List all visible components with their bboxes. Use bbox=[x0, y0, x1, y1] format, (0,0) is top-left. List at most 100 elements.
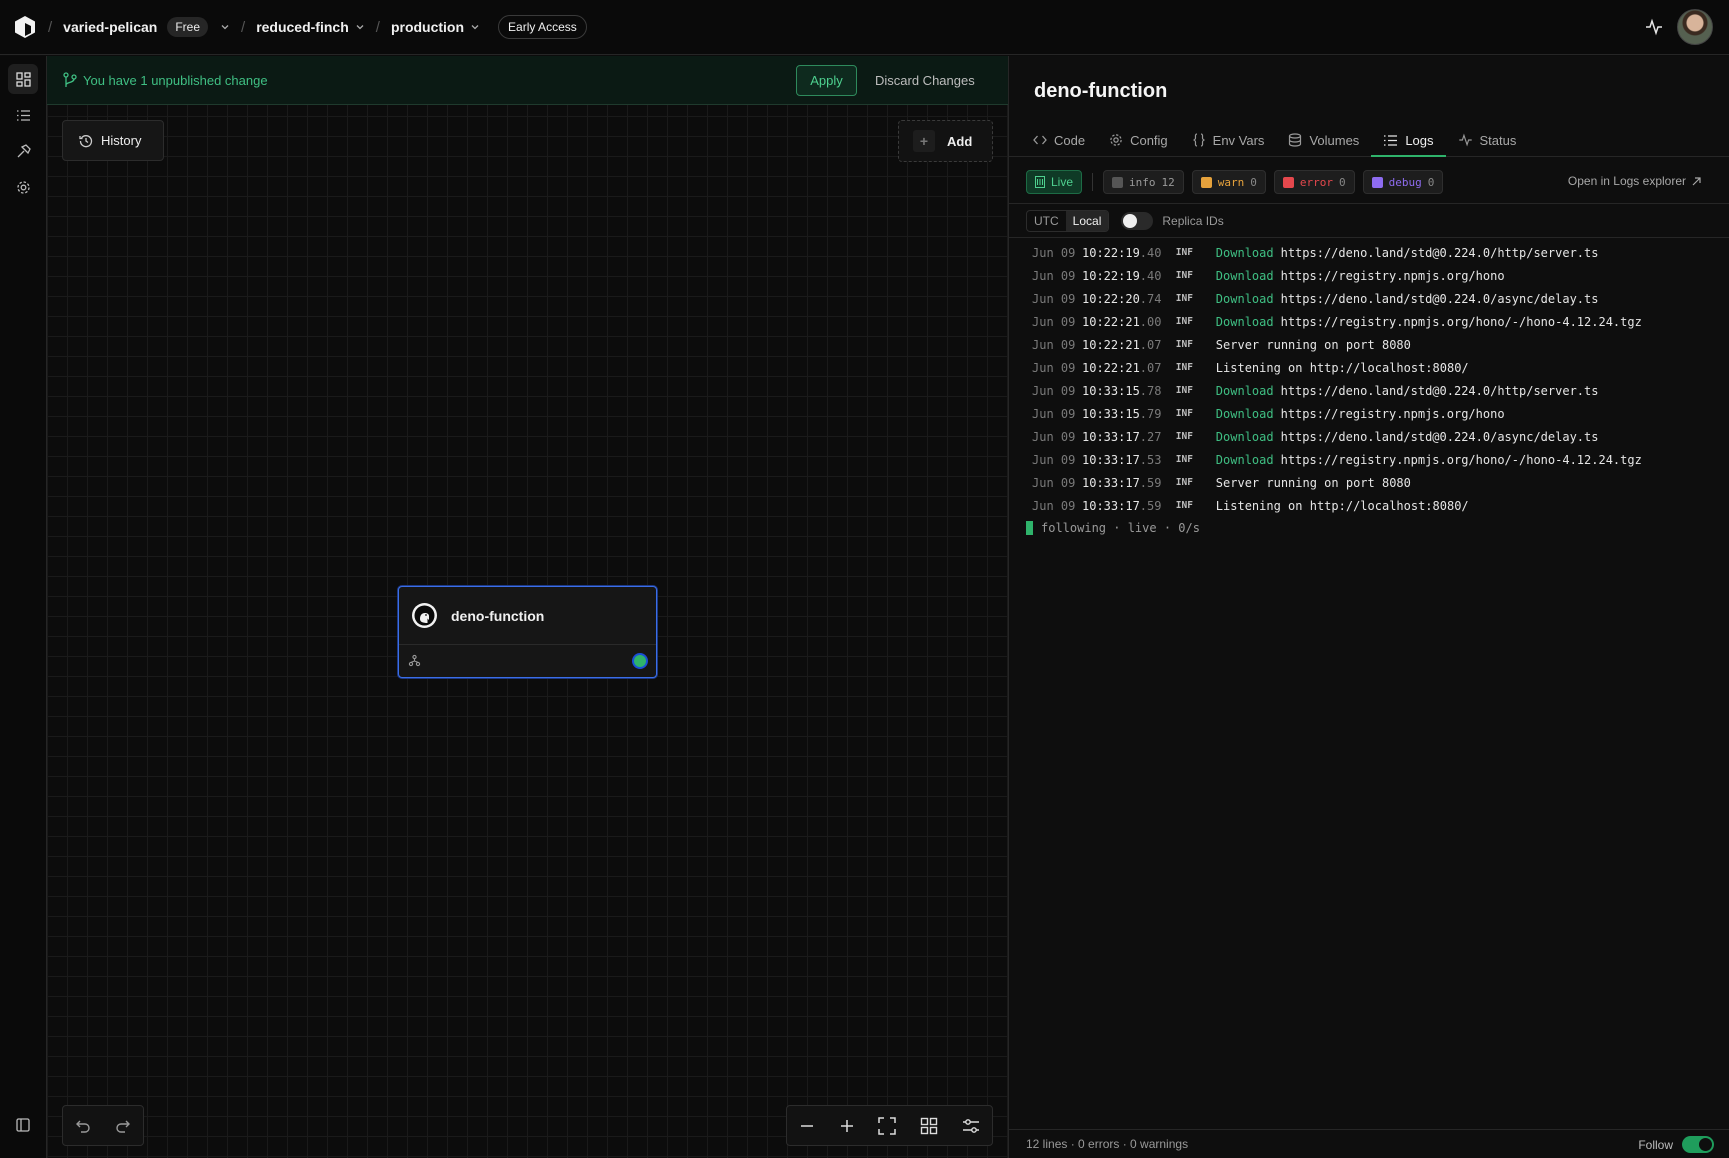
live-bars-icon bbox=[1035, 176, 1045, 188]
zoom-in-icon[interactable] bbox=[839, 1118, 855, 1134]
filter-error[interactable]: error 0 bbox=[1273, 170, 1355, 194]
live-toggle[interactable]: Live bbox=[1026, 170, 1083, 194]
log-row[interactable]: Jun 09 10:22:21.07 INF Listening on http://… bbox=[1032, 356, 1722, 379]
grid-icon bbox=[15, 71, 31, 87]
filter-debug[interactable]: debug 0 bbox=[1362, 170, 1444, 194]
tab-code[interactable]: Code bbox=[1021, 125, 1097, 157]
checkbox-icon bbox=[1282, 176, 1294, 188]
log-row[interactable]: Jun 09 10:22:19.40 INF Download https://regi… bbox=[1032, 264, 1722, 287]
avatar[interactable] bbox=[1677, 9, 1713, 45]
tab-status[interactable]: Status bbox=[1446, 125, 1529, 157]
apply-button[interactable]: Apply bbox=[796, 65, 857, 96]
log-level: INF bbox=[1175, 247, 1193, 258]
log-row[interactable]: Jun 09 10:22:21.07 INF Server running on po… bbox=[1032, 333, 1722, 356]
service-node[interactable]: deno-function bbox=[398, 586, 657, 678]
filter-label: info bbox=[1129, 175, 1156, 189]
log-level: INF bbox=[1175, 270, 1193, 281]
log-row[interactable]: Jun 09 10:33:17.59 INF Server running on po… bbox=[1032, 471, 1722, 494]
log-row[interactable]: Jun 09 10:33:17.53 INF Download https://regi… bbox=[1032, 448, 1722, 471]
zoom-controls bbox=[786, 1105, 993, 1146]
unpublished-change-bar: You have 1 unpublished change Apply Disc… bbox=[47, 56, 1008, 105]
discard-changes-button[interactable]: Discard Changes bbox=[875, 73, 975, 88]
add-label: Add bbox=[947, 133, 973, 149]
replica-ids-toggle[interactable] bbox=[1121, 212, 1154, 230]
log-time-fraction: .53 bbox=[1139, 452, 1162, 467]
log-keyword: Download bbox=[1215, 429, 1274, 444]
log-time: 10:22:21 bbox=[1082, 360, 1140, 375]
checkbox-icon bbox=[1200, 176, 1212, 188]
undo-icon[interactable] bbox=[75, 1118, 91, 1134]
filter-count: 12 bbox=[1161, 175, 1175, 189]
tab-config[interactable]: Config bbox=[1097, 125, 1180, 157]
log-time-fraction: .40 bbox=[1139, 268, 1162, 283]
redo-icon[interactable] bbox=[115, 1118, 131, 1134]
settings-nav-button[interactable] bbox=[8, 172, 38, 202]
open-logs-explorer-link[interactable]: Open in Logs explorer bbox=[1568, 174, 1701, 188]
log-keyword: Download bbox=[1215, 268, 1274, 283]
tools-nav-button[interactable] bbox=[8, 136, 38, 166]
logo-icon[interactable] bbox=[13, 15, 37, 39]
tz-utc-option[interactable]: UTC bbox=[1027, 211, 1066, 231]
filter-info[interactable]: info 12 bbox=[1103, 170, 1184, 194]
tab-label: Status bbox=[1479, 132, 1517, 148]
panel-tabs: Code Config Env Vars Volumes Logs Status bbox=[1009, 125, 1729, 157]
canvas-nav-button[interactable] bbox=[8, 64, 38, 94]
history-button[interactable]: History bbox=[62, 120, 164, 161]
chevron-down-icon[interactable] bbox=[208, 22, 230, 32]
log-level: INF bbox=[1175, 385, 1193, 396]
tab-logs[interactable]: Logs bbox=[1371, 125, 1446, 157]
log-keyword: Download bbox=[1215, 291, 1274, 306]
tab-label: Logs bbox=[1405, 132, 1434, 148]
early-access-badge[interactable]: Early Access bbox=[498, 15, 587, 39]
log-message: https://registry.npmjs.org/hono bbox=[1280, 268, 1505, 283]
log-message: Listening on http://localhost:8080/ bbox=[1215, 498, 1469, 513]
tab-env-vars[interactable]: Env Vars bbox=[1180, 125, 1277, 157]
breadcrumb-separator: / bbox=[48, 18, 53, 36]
layout-grid-icon[interactable] bbox=[920, 1117, 938, 1135]
deno-icon bbox=[412, 603, 437, 628]
log-time-fraction: .07 bbox=[1139, 337, 1162, 352]
history-controls bbox=[62, 1105, 144, 1146]
log-row[interactable]: Jun 09 10:33:15.79 INF Download https://regi… bbox=[1032, 402, 1722, 425]
project-selector[interactable]: reduced-finch bbox=[256, 19, 365, 35]
log-keyword: Download bbox=[1215, 245, 1274, 260]
left-rail bbox=[0, 56, 47, 1158]
follow-control: Follow bbox=[1638, 1136, 1714, 1153]
log-level: INF bbox=[1175, 431, 1193, 442]
tab-label: Config bbox=[1130, 132, 1168, 148]
log-message: https://registry.npmjs.org/hono bbox=[1280, 406, 1505, 421]
service-node-footer bbox=[399, 645, 656, 677]
canvas-settings-icon[interactable] bbox=[962, 1117, 980, 1135]
filter-warn[interactable]: warn 0 bbox=[1191, 170, 1266, 194]
environment-selector[interactable]: production bbox=[391, 19, 480, 35]
log-list: Jun 09 10:22:19.40 INF Download https://deno… bbox=[1032, 241, 1722, 517]
tz-local-option[interactable]: Local bbox=[1065, 211, 1109, 231]
replicas-icon bbox=[408, 654, 421, 667]
log-time-fraction: .27 bbox=[1139, 429, 1162, 444]
add-service-button[interactable]: + Add bbox=[898, 120, 993, 162]
log-row[interactable]: Jun 09 10:33:15.78 INF Download https://deno… bbox=[1032, 379, 1722, 402]
log-level: INF bbox=[1175, 454, 1193, 465]
activity-icon[interactable] bbox=[1645, 18, 1663, 36]
log-row[interactable]: Jun 09 10:33:17.27 INF Download https://deno… bbox=[1032, 425, 1722, 448]
log-time: 10:22:21 bbox=[1082, 337, 1140, 352]
log-date: Jun 09 bbox=[1032, 268, 1076, 283]
workspace-name[interactable]: varied-pelican bbox=[63, 19, 157, 35]
timezone-controls: UTC Local Replica IDs bbox=[1026, 210, 1224, 232]
log-time-fraction: .59 bbox=[1139, 475, 1162, 490]
list-nav-button[interactable] bbox=[8, 100, 38, 130]
project-canvas[interactable]: You have 1 unpublished change Apply Disc… bbox=[47, 56, 1008, 1158]
zoom-out-icon[interactable] bbox=[799, 1118, 815, 1134]
log-time-fraction: .40 bbox=[1139, 245, 1162, 260]
follow-toggle[interactable] bbox=[1682, 1136, 1714, 1153]
collapse-sidebar-button[interactable] bbox=[8, 1110, 38, 1140]
log-row[interactable]: Jun 09 10:22:19.40 INF Download https://deno… bbox=[1032, 241, 1722, 264]
tab-volumes[interactable]: Volumes bbox=[1276, 125, 1371, 157]
log-row[interactable]: Jun 09 10:22:20.74 INF Download https://deno… bbox=[1032, 287, 1722, 310]
log-level: INF bbox=[1175, 293, 1193, 304]
timezone-switch: UTC Local bbox=[1026, 210, 1110, 232]
log-row[interactable]: Jun 09 10:22:21.00 INF Download https://regi… bbox=[1032, 310, 1722, 333]
follow-label: Follow bbox=[1638, 1137, 1673, 1152]
log-row[interactable]: Jun 09 10:33:17.59 INF Listening on http://… bbox=[1032, 494, 1722, 517]
fit-view-icon[interactable] bbox=[878, 1116, 897, 1135]
